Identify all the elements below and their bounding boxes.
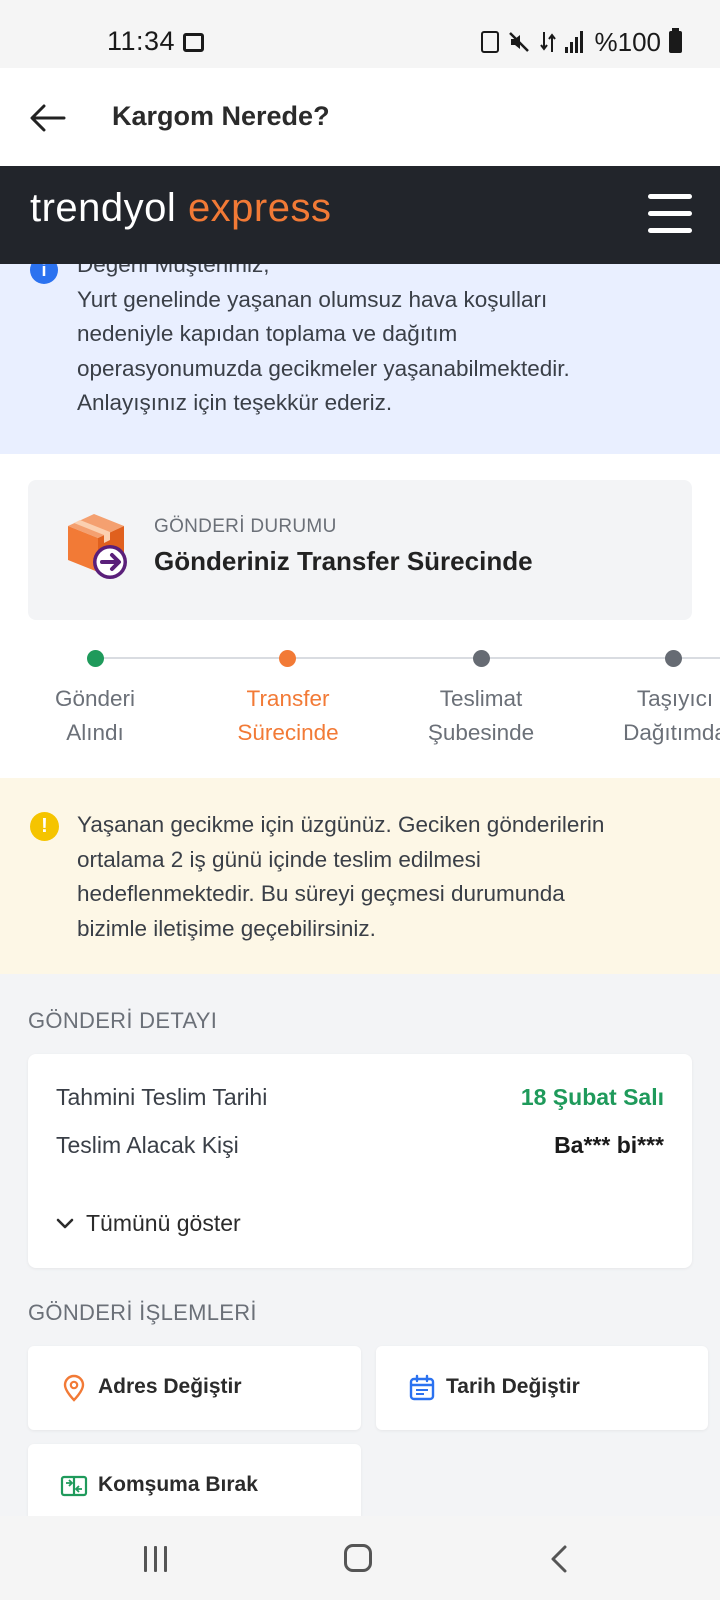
signal-icon [564,31,587,53]
warning-icon: ! [30,812,59,841]
nav-back-icon[interactable] [548,1544,570,1574]
app-header: Kargom Nerede? [0,68,720,166]
shipment-status-label: GÖNDERİ DURUMU [154,516,337,537]
info-icon: i [30,264,58,284]
recents-icon[interactable] [144,1546,174,1572]
logo-part-express: express [187,186,332,230]
show-all-label: Tümünü göster [86,1210,241,1236]
battery-saver-icon [480,31,499,53]
timeline-step-delivery: Taşıyıcı Dağıtımda [623,686,720,745]
leave-with-neighbor-label: Komşuma Bırak [98,1473,258,1496]
timeline-dot-branch [473,650,490,667]
recipient-label: Teslim Alacak Kişi [56,1132,239,1158]
mute-icon [508,32,529,52]
timeline-line [102,657,720,659]
recipient-value: Ba*** bi*** [554,1132,664,1158]
package-transfer-icon [68,514,127,579]
battery-text: %100 [594,26,662,57]
neighbor-transfer-icon [60,1475,88,1497]
status-bar: 11:34 %100 [0,0,720,68]
trendyol-express-logo[interactable]: trendyol express [30,186,332,231]
change-address-button[interactable]: Adres Değiştir [28,1346,361,1430]
info-banner-text: Değerli Müşterimiz, Yurt genelinde yaşan… [77,264,570,415]
change-address-label: Adres Değiştir [98,1375,242,1398]
brand-bar: trendyol express [0,166,720,264]
calendar-icon [409,1374,435,1401]
back-arrow-icon[interactable] [28,98,68,138]
show-all-toggle[interactable]: Tümünü göster [56,1210,241,1237]
status-icons: %100 [480,26,682,58]
estimated-delivery-label: Tahmini Teslim Tarihi [56,1084,268,1110]
data-arrows-icon [539,32,556,52]
timeline-dot-transfer [279,650,296,667]
system-nav-bar [0,1516,720,1600]
timeline-step-received: Gönderi Alındı [54,686,136,745]
shipment-status-value: Gönderiniz Transfer Sürecinde [154,546,533,576]
shipment-details-card: Tahmini Teslim Tarihi 18 Şubat Salı Tesl… [28,1054,692,1268]
delay-warning-banner: ! Yaşanan gecikme için üzgünüz. Geciken … [0,778,720,974]
chevron-down-icon [56,1218,74,1228]
change-date-label: Tarih Değiştir [446,1375,580,1398]
image-notification-icon [183,33,204,52]
timeline-dot-received [87,650,104,667]
change-date-button[interactable]: Tarih Değiştir [376,1346,708,1430]
shipment-actions-title: GÖNDERİ İŞLEMLERİ [28,1300,257,1325]
status-time: 11:34 [107,26,176,56]
location-pin-icon [63,1374,85,1402]
timeline-step-branch: Teslimat Şubesinde [427,686,535,745]
estimated-delivery-value: 18 Şubat Salı [520,1084,664,1110]
page-title: Kargom Nerede? [112,101,330,131]
shipment-status-card: GÖNDERİ DURUMU Gönderiniz Transfer Sürec… [28,480,692,620]
hamburger-menu-icon[interactable] [648,194,692,234]
home-icon[interactable] [344,1544,372,1572]
delay-warning-text: Yaşanan gecikme için üzgünüz. Geciken gö… [77,812,605,941]
shipment-status-section: GÖNDERİ DURUMU Gönderiniz Transfer Sürec… [0,454,720,778]
shipment-details-title: GÖNDERİ DETAYI [28,1008,218,1033]
logo-part-trendyol: trendyol [30,186,177,230]
info-banner: i Değerli Müşterimiz, Yurt genelinde yaş… [0,264,720,454]
timeline-dot-delivery [665,650,682,667]
timeline-step-transfer: Transfer Sürecinde [237,686,339,745]
battery-icon [669,28,682,53]
